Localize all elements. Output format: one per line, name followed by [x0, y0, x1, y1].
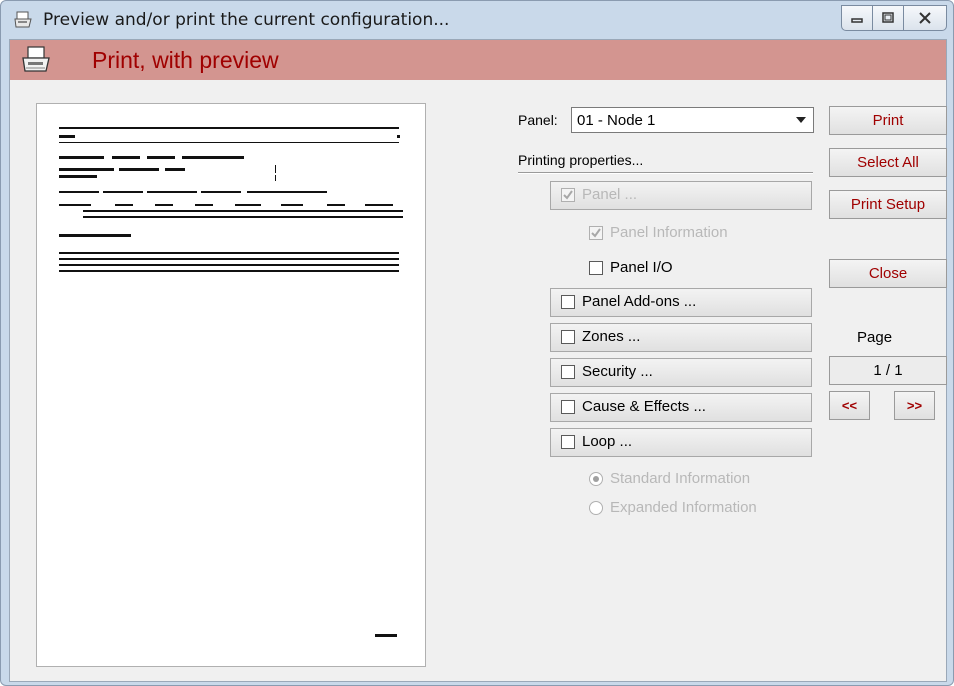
radio-standard-information[interactable]	[589, 472, 603, 486]
print-setup-button[interactable]: Print Setup	[829, 190, 947, 219]
print-preview-window: Preview and/or print the current configu…	[0, 0, 954, 686]
window-title: Preview and/or print the current configu…	[43, 10, 450, 30]
option-loop-label: Loop ...	[582, 433, 633, 450]
close-icon	[919, 12, 931, 24]
option-security-label: Security ...	[582, 363, 653, 380]
checkbox-loop[interactable]	[561, 435, 575, 449]
maximize-icon	[882, 12, 894, 23]
panel-select[interactable]: 01 - Node 1	[571, 107, 814, 133]
next-page-button[interactable]: >>	[894, 391, 935, 420]
dropdown-arrow-icon[interactable]	[790, 109, 812, 131]
checkbox-panel-information[interactable]	[589, 226, 603, 240]
checkmark-icon	[591, 228, 601, 238]
print-button[interactable]: Print	[829, 106, 947, 135]
dialog-client-area: Print, with preview Page 1 Panel: 01 - N…	[9, 39, 947, 682]
maximize-button[interactable]	[872, 5, 904, 31]
panel-select-value: 01 - Node 1	[577, 112, 656, 129]
option-panel-addons[interactable]: Panel Add-ons ...	[550, 288, 812, 317]
divider	[518, 172, 813, 174]
printer-icon	[14, 11, 32, 28]
option-panel-information-label: Panel Information	[610, 224, 728, 241]
title-bar[interactable]: Preview and/or print the current configu…	[1, 1, 953, 39]
previous-page-button[interactable]: <<	[829, 391, 870, 420]
checkbox-cause-effects[interactable]	[561, 400, 575, 414]
minimize-icon	[851, 18, 863, 23]
select-all-button[interactable]: Select All	[829, 148, 947, 177]
option-panel-label: Panel ...	[582, 186, 638, 203]
option-loop[interactable]: Loop ...	[550, 428, 812, 457]
option-cause-effects[interactable]: Cause & Effects ...	[550, 393, 812, 422]
panel-select-label: Panel:	[518, 112, 558, 128]
option-panel-addons-label: Panel Add-ons ...	[582, 293, 697, 310]
checkbox-zones[interactable]	[561, 330, 575, 344]
close-button[interactable]: Close	[829, 259, 947, 288]
radio-expanded-information[interactable]	[589, 501, 603, 515]
print-preview-page: Page 1	[36, 103, 426, 667]
checkmark-icon	[563, 190, 573, 200]
checkbox-panel-addons[interactable]	[561, 295, 575, 309]
printing-properties-label: Printing properties...	[518, 152, 644, 168]
page-indicator: 1 / 1	[829, 356, 947, 385]
option-security[interactable]: Security ...	[550, 358, 812, 387]
option-zones-label: Zones ...	[582, 328, 641, 345]
checkbox-panel-io[interactable]	[589, 261, 603, 275]
option-cause-effects-label: Cause & Effects ...	[582, 398, 706, 415]
minimize-button[interactable]	[841, 5, 873, 31]
dialog-header: Print, with preview	[10, 40, 946, 80]
radio-standard-information-label: Standard Information	[610, 470, 751, 487]
checkbox-panel[interactable]	[561, 188, 575, 202]
option-zones[interactable]: Zones ...	[550, 323, 812, 352]
option-panel[interactable]: Panel ...	[550, 181, 812, 210]
printer-icon	[22, 46, 50, 72]
page-label: Page	[857, 329, 893, 346]
radio-expanded-information-label: Expanded Information	[610, 499, 757, 516]
checkbox-security[interactable]	[561, 365, 575, 379]
dialog-heading: Print, with preview	[92, 47, 279, 73]
preview-page-number: Page 1	[38, 105, 42, 106]
close-window-button[interactable]	[903, 5, 947, 31]
option-panel-io-label: Panel I/O	[610, 259, 673, 276]
